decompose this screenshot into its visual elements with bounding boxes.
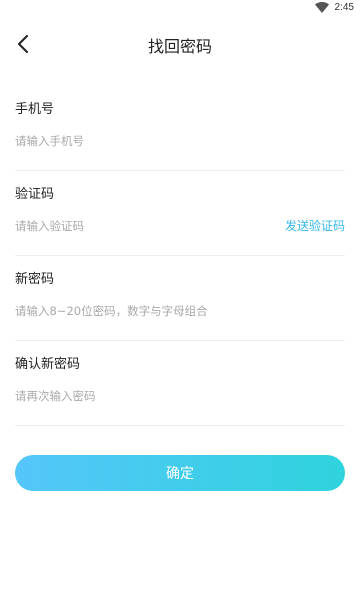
confirm-password-label: 确认新密码: [15, 357, 81, 372]
phone-input[interactable]: [15, 130, 255, 152]
phone-field-row: 手机号: [15, 86, 345, 171]
new-password-label: 新密码: [15, 272, 55, 287]
send-code-button[interactable]: 发送验证码: [285, 217, 345, 234]
code-label: 验证码: [15, 187, 55, 202]
code-input[interactable]: [15, 215, 255, 237]
nav-bar: 找回密码: [0, 24, 360, 62]
new-password-input[interactable]: [15, 300, 255, 322]
confirm-password-field-row: 确认新密码: [15, 341, 345, 426]
page-title: 找回密码: [147, 37, 212, 56]
new-password-field-row: 新密码: [15, 256, 345, 341]
confirm-button[interactable]: 确定: [15, 455, 345, 491]
recover-password-form: 手机号 验证码 发送验证码 新密码 确认新密码: [15, 86, 345, 426]
status-bar: 2:45: [0, 0, 360, 18]
confirm-password-input[interactable]: [15, 385, 255, 407]
status-right: 2:45: [314, 2, 354, 13]
phone-label: 手机号: [15, 102, 55, 117]
wifi-icon: [314, 2, 329, 13]
status-time: 2:45: [334, 2, 354, 13]
code-field-row: 验证码 发送验证码: [15, 171, 345, 256]
